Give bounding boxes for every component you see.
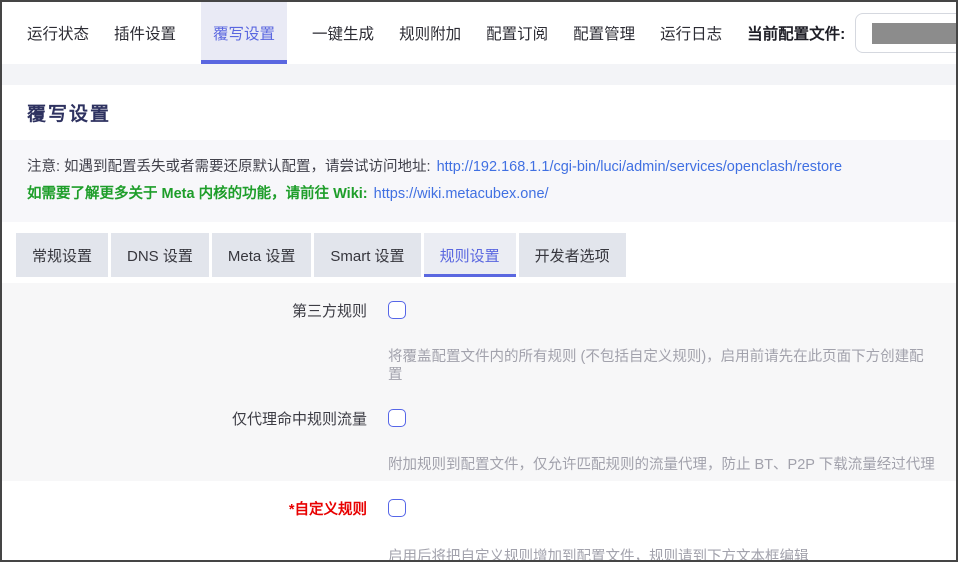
- nav-tab-run-log[interactable]: 运行日志: [660, 2, 722, 64]
- restore-link[interactable]: http://192.168.1.1/cgi-bin/luci/admin/se…: [437, 159, 842, 175]
- third-party-rules-checkbox[interactable]: [388, 301, 406, 319]
- nav-tab-one-key-generate[interactable]: 一键生成: [312, 2, 374, 64]
- third-party-rules-description: 将覆盖配置文件内的所有规则 (不包括自定义规则)，启用前请先在此页面下方创建配置: [388, 349, 924, 383]
- custom-rules-section: *自定义规则 启用后将把自定义规则增加到配置文件，规则请到下方文本框编辑: [2, 481, 956, 562]
- restore-notice-text: 注意: 如遇到配置丢失或者需要还原默认配置，请尝试访问地址:: [27, 159, 431, 175]
- proxy-only-rule-traffic-label: 仅代理命中规则流量: [231, 411, 367, 428]
- settings-subtabs: 常规设置 DNS 设置 Meta 设置 Smart 设置 规则设置 开发者选项: [2, 233, 956, 277]
- field-custom-rules: *自定义规则 启用后将把自定义规则增加到配置文件，规则请到下方文本框编辑: [2, 481, 956, 562]
- profile-switcher: 当前配置文件: 切换: [747, 2, 956, 64]
- page-title: 覆写设置: [27, 104, 112, 125]
- proxy-only-rule-traffic-description: 附加规则到配置文件，仅允许匹配规则的流量代理，防止 BT、P2P 下载流量经过代…: [388, 457, 935, 473]
- custom-rules-checkbox[interactable]: [388, 499, 406, 517]
- spacer: [2, 222, 956, 233]
- rules-settings-section: 第三方规则 将覆盖配置文件内的所有规则 (不包括自定义规则)，启用前请先在此页面…: [2, 283, 956, 481]
- nav-tab-config-manage[interactable]: 配置管理: [573, 2, 635, 64]
- field-proxy-only-rule-traffic: 仅代理命中规则流量 附加规则到配置文件，仅允许匹配规则的流量代理，防止 BT、P…: [2, 391, 956, 481]
- subtab-meta-settings[interactable]: Meta 设置: [211, 233, 312, 277]
- proxy-only-rule-traffic-checkbox[interactable]: [388, 409, 406, 427]
- nav-tab-run-status[interactable]: 运行状态: [27, 2, 89, 64]
- third-party-rules-label: 第三方规则: [291, 303, 367, 320]
- top-navigation: 运行状态 插件设置 覆写设置 一键生成 规则附加 配置订阅 配置管理 运行日志 …: [2, 2, 956, 64]
- current-profile-label: 当前配置文件:: [747, 26, 846, 43]
- subtab-general-settings[interactable]: 常规设置: [16, 233, 109, 277]
- subtab-dns-settings[interactable]: DNS 设置: [111, 233, 209, 277]
- custom-rules-label: *自定义规则: [288, 502, 367, 518]
- nav-tab-plugin-settings[interactable]: 插件设置: [114, 2, 176, 64]
- masked-profile-value: [872, 22, 956, 44]
- nav-tab-overwrite-settings[interactable]: 覆写设置: [201, 2, 288, 64]
- nav-tab-config-subscribe[interactable]: 配置订阅: [486, 2, 548, 64]
- subtab-smart-settings[interactable]: Smart 设置: [314, 233, 421, 277]
- wiki-notice-text: 如需要了解更多关于 Meta 内核的功能，请前往 Wiki:: [27, 186, 368, 202]
- profile-select[interactable]: [855, 13, 956, 53]
- nav-tab-rules-append[interactable]: 规则附加: [399, 2, 461, 64]
- heading-row: 覆写设置: [2, 85, 956, 140]
- subtab-developer-options[interactable]: 开发者选项: [518, 233, 626, 277]
- custom-rules-description: 启用后将把自定义规则增加到配置文件，规则请到下方文本框编辑: [388, 549, 809, 562]
- subtab-rules-settings[interactable]: 规则设置: [423, 233, 516, 277]
- wiki-link[interactable]: https://wiki.metacubex.one/: [374, 186, 549, 202]
- divider-band: [2, 64, 956, 85]
- openclash-page: 运行状态 插件设置 覆写设置 一键生成 规则附加 配置订阅 配置管理 运行日志 …: [0, 0, 958, 562]
- wiki-notice: 如需要了解更多关于 Meta 内核的功能，请前往 Wiki: https://wi…: [27, 181, 931, 208]
- restore-notice: 注意: 如遇到配置丢失或者需要还原默认配置，请尝试访问地址: http://192…: [27, 154, 931, 181]
- notice-area: 注意: 如遇到配置丢失或者需要还原默认配置，请尝试访问地址: http://192…: [2, 140, 956, 222]
- field-third-party-rules: 第三方规则 将覆盖配置文件内的所有规则 (不包括自定义规则)，启用前请先在此页面…: [2, 283, 956, 391]
